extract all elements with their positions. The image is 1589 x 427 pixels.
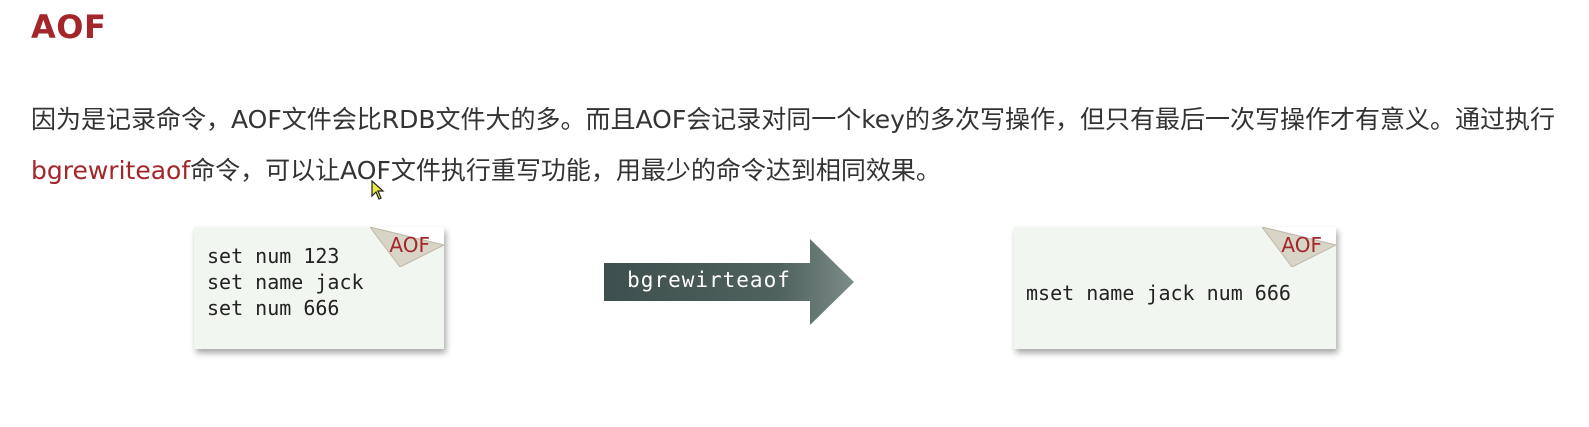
code-line: set name jack	[207, 270, 364, 294]
aof-before-card: AOF set num 123 set name jack set num 66…	[194, 227, 444, 349]
code-line: mset name jack num 666	[1026, 281, 1291, 305]
aof-fold-tag: AOF	[1262, 227, 1336, 267]
slide-title: AOF	[31, 8, 107, 46]
mouse-cursor-icon	[371, 179, 385, 204]
command-highlight: bgrewriteaof	[31, 156, 191, 185]
aof-after-card: AOF mset name jack num 666	[1014, 227, 1336, 349]
description-paragraph: 因为是记录命令，AOF文件会比RDB文件大的多。而且AOF会记录对同一个key的…	[31, 94, 1561, 196]
aof-tag-label: AOF	[389, 233, 430, 257]
arrow-label: bgrewirteaof	[627, 268, 791, 292]
aof-tag-label: AOF	[1281, 233, 1322, 257]
code-line: set num 123	[207, 244, 340, 268]
aof-fold-tag: AOF	[370, 227, 444, 267]
paragraph-text-before: 因为是记录命令，AOF文件会比RDB文件大的多。而且AOF会记录对同一个key的…	[31, 105, 1555, 134]
paragraph-text-after: 命令，可以让AOF文件执行重写功能，用最少的命令达到相同效果。	[190, 156, 941, 185]
code-line: set num 666	[207, 296, 340, 320]
rewrite-arrow: bgrewirteaof	[604, 239, 856, 325]
